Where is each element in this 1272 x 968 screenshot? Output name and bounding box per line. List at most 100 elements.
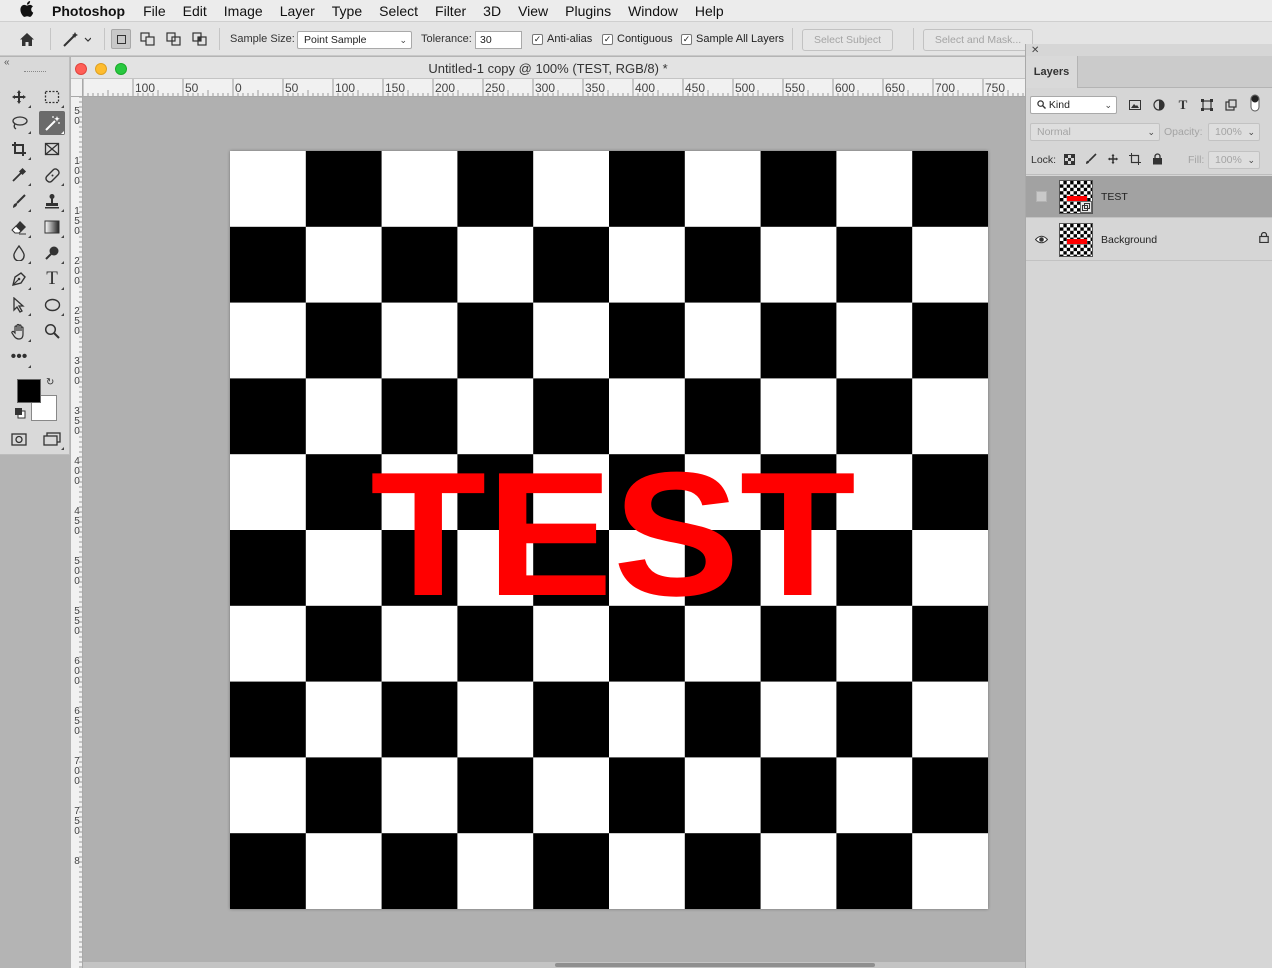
rectangular-marquee-tool-icon[interactable] (39, 85, 65, 109)
magic-wand-tool-icon[interactable] (39, 111, 65, 135)
pen-tool-icon[interactable] (6, 267, 32, 291)
filter-shape-layers-icon[interactable] (1198, 96, 1216, 114)
lasso-tool-icon[interactable] (6, 111, 32, 135)
menu-plugins[interactable]: Plugins (565, 3, 611, 19)
filter-type-layers-icon[interactable]: T (1174, 96, 1192, 114)
blend-mode-select[interactable]: Normal ⌄ (1030, 123, 1160, 141)
checker-square (760, 302, 837, 379)
tolerance-input[interactable]: 30 (475, 31, 522, 49)
layer-filter-select[interactable]: Kind ⌄ (1030, 96, 1117, 114)
clone-stamp-tool-icon[interactable] (39, 189, 65, 213)
document-title: Untitled-1 copy @ 100% (TEST, RGB/8) * (428, 61, 668, 76)
lock-position-icon[interactable] (1104, 150, 1122, 168)
lock-label: Lock: (1031, 154, 1057, 166)
checker-square (684, 833, 761, 909)
panel-grip[interactable] (24, 71, 46, 74)
checker-square (836, 833, 913, 909)
ruler-label: 650 (74, 706, 80, 737)
anti-alias-checkbox[interactable]: ✓ Anti-alias (532, 33, 592, 45)
canvas-test-text[interactable]: TEST (370, 435, 856, 632)
close-panel-icon[interactable]: ✕ (1031, 45, 1039, 56)
healing-brush-tool-icon[interactable] (39, 163, 65, 187)
layer-name[interactable]: Background (1101, 234, 1157, 246)
menu-layer[interactable]: Layer (280, 3, 315, 19)
filter-adjustment-layers-icon[interactable] (1150, 96, 1168, 114)
menu-help[interactable]: Help (695, 3, 724, 19)
menu-image[interactable]: Image (224, 3, 263, 19)
scrollbar-thumb[interactable] (555, 963, 875, 967)
zoom-tool-icon[interactable] (39, 319, 65, 343)
lock-image-pixels-icon[interactable] (1082, 150, 1100, 168)
filter-pixel-layers-icon[interactable] (1126, 96, 1144, 114)
menu-edit[interactable]: Edit (183, 3, 207, 19)
menu-3d[interactable]: 3D (483, 3, 501, 19)
brush-tool-icon[interactable] (6, 189, 32, 213)
sample-all-layers-checkbox[interactable]: ✓ Sample All Layers (681, 33, 784, 45)
lock-all-icon[interactable] (1148, 150, 1166, 168)
sample-size-select[interactable]: Point Sample ⌄ (297, 31, 412, 49)
quick-mask-icon[interactable] (6, 427, 32, 451)
menu-select[interactable]: Select (379, 3, 418, 19)
subtract-from-selection-button[interactable] (164, 29, 184, 49)
menu-app-name[interactable]: Photoshop (52, 3, 125, 19)
checker-square (912, 681, 988, 758)
foreground-color-swatch[interactable] (17, 379, 41, 403)
menu-view[interactable]: View (518, 3, 548, 19)
opacity-input[interactable]: 100% ⌄ (1208, 123, 1260, 141)
filter-toggle-icon[interactable] (1246, 94, 1264, 112)
lock-transparent-pixels-icon[interactable] (1060, 150, 1078, 168)
lock-artboard-icon[interactable] (1126, 150, 1144, 168)
gradient-tool-icon[interactable] (39, 215, 65, 239)
type-tool-icon[interactable]: T (39, 267, 65, 291)
ruler-label: 550 (785, 81, 806, 95)
layer-name[interactable]: TEST (1101, 191, 1128, 203)
layer-row-background[interactable]: Background (1026, 219, 1272, 261)
tool-preset-picker[interactable] (58, 28, 94, 50)
move-tool-icon[interactable] (6, 85, 32, 109)
eye-icon[interactable] (1035, 233, 1048, 246)
frame-tool-icon[interactable] (39, 137, 65, 161)
contiguous-checkbox[interactable]: ✓ Contiguous (602, 33, 673, 45)
eraser-tool-icon[interactable] (6, 215, 32, 239)
new-selection-mode-button[interactable] (111, 29, 131, 49)
horizontal-scrollbar[interactable] (83, 962, 1025, 968)
checker-square (912, 530, 988, 607)
tab-layers[interactable]: Layers (1026, 56, 1078, 88)
ruler-origin[interactable] (71, 79, 83, 97)
panel-tab-row: Layers (1026, 56, 1272, 88)
more-tools-icon[interactable]: ••• (6, 345, 32, 369)
ruler-label: 750 (985, 81, 1006, 95)
screen-mode-icon[interactable] (39, 427, 65, 451)
menu-file[interactable]: File (143, 3, 166, 19)
vertical-ruler[interactable]: 50 100 150 200 250 300 350 400 450 500 550 600 650 70… (71, 97, 83, 968)
filter-smart-objects-icon[interactable] (1222, 96, 1240, 114)
default-colors-icon[interactable] (14, 407, 26, 422)
dodge-tool-icon[interactable] (39, 241, 65, 265)
crop-tool-icon[interactable] (6, 137, 32, 161)
ellipse-tool-icon[interactable] (39, 293, 65, 317)
checker-square (381, 681, 458, 758)
add-to-selection-button[interactable] (138, 29, 158, 49)
swap-colors-icon[interactable]: ↻ (46, 377, 54, 388)
layer-thumbnail (1059, 180, 1093, 214)
collapse-panel-icon[interactable]: « (4, 57, 10, 68)
select-and-mask-button[interactable]: Select and Mask... (923, 29, 1033, 51)
menu-bar: Photoshop File Edit Image Layer Type Sel… (0, 0, 1272, 22)
apple-icon[interactable] (18, 0, 36, 21)
home-icon[interactable] (16, 28, 38, 50)
select-subject-button[interactable]: Select Subject (802, 29, 893, 51)
menu-filter[interactable]: Filter (435, 3, 466, 19)
document-canvas[interactable]: TEST (230, 151, 988, 909)
eyedropper-tool-icon[interactable] (6, 163, 32, 187)
menu-type[interactable]: Type (332, 3, 362, 19)
path-selection-tool-icon[interactable] (6, 293, 32, 317)
ruler-label: 100 (74, 156, 80, 187)
menu-window[interactable]: Window (628, 3, 678, 19)
layer-row-test[interactable]: TEST (1026, 176, 1272, 218)
fill-input[interactable]: 100% ⌄ (1208, 151, 1260, 169)
intersect-selection-button[interactable] (190, 29, 210, 49)
blur-tool-icon[interactable] (6, 241, 32, 265)
hand-tool-icon[interactable] (6, 319, 32, 343)
visibility-toggle-off[interactable] (1035, 190, 1048, 203)
horizontal-ruler[interactable]: 100 50 0 50 100 150 200 250 300 350 400 450 500 550 60… (83, 79, 1025, 97)
